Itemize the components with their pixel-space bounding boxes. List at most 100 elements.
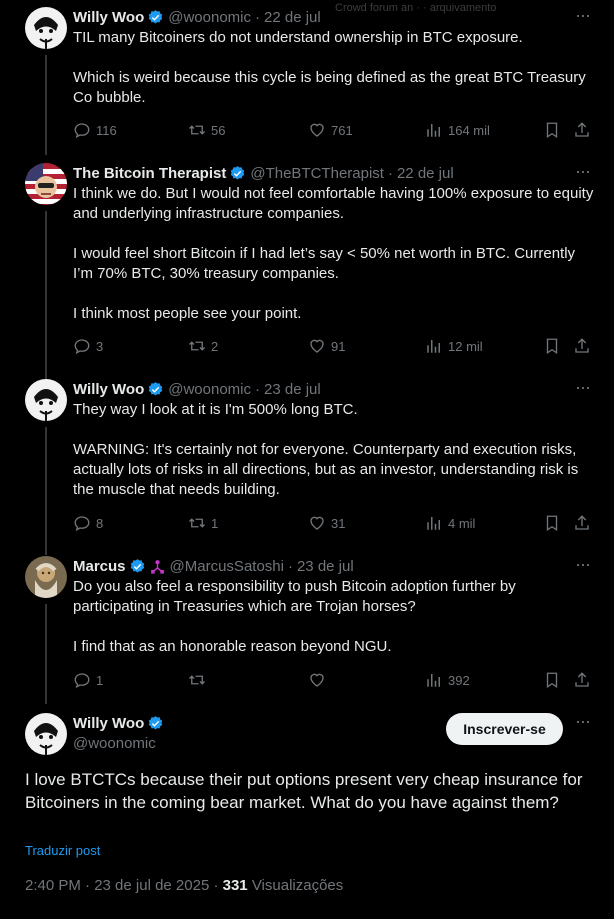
tweet-date[interactable]: 22 de jul: [264, 9, 321, 26]
views-count: 331: [222, 877, 248, 894]
subscribe-button[interactable]: Inscrever-se: [446, 713, 563, 745]
author-name[interactable]: Marcus: [73, 558, 126, 575]
tweet-2[interactable]: The Bitcoin Therapist @TheBTCTherapist ·…: [0, 162, 614, 379]
share-button[interactable]: [573, 513, 591, 533]
avatar[interactable]: [25, 163, 67, 205]
share-button[interactable]: [573, 120, 591, 140]
tweet-text: They way I look at it is I'm 500% long B…: [73, 400, 598, 500]
bookmark-button[interactable]: [543, 670, 561, 690]
share-icon: [575, 338, 589, 353]
author-handle[interactable]: @MarcusSatoshi: [170, 558, 284, 575]
verified-badge-icon: [231, 165, 245, 180]
tweet-paragraph: WARNING: It's certainly not for everyone…: [73, 441, 579, 498]
retweet-icon: [189, 518, 205, 528]
avatar[interactable]: [25, 7, 67, 49]
main-avatar[interactable]: [25, 713, 67, 755]
like-button[interactable]: 761: [308, 120, 353, 140]
views-icon: [427, 124, 440, 137]
views-button[interactable]: 164 mil: [425, 120, 490, 140]
main-author-name[interactable]: Willy Woo: [73, 715, 144, 732]
like-button[interactable]: 31: [308, 513, 345, 533]
action-bar: 116 56 761 164 mil: [73, 120, 593, 140]
share-icon: [575, 122, 589, 137]
retweet-button[interactable]: [188, 670, 211, 690]
tweet-text: TIL many Bitcoiners do not understand ow…: [73, 28, 598, 108]
timestamp-text[interactable]: 2:40 PM · 23 de jul de 2025 ·: [25, 877, 223, 894]
action-bar: 1 392: [73, 670, 593, 690]
bookmark-icon: [546, 338, 558, 355]
author-handle[interactable]: @TheBTCTherapist: [250, 165, 384, 182]
more-icon[interactable]: ···: [575, 6, 591, 24]
meta-separator: ·: [255, 380, 261, 398]
like-icon: [310, 339, 324, 353]
reply-count: 3: [96, 338, 104, 354]
tweet-date[interactable]: 23 de jul: [264, 381, 321, 398]
thread-connector: [45, 211, 47, 379]
retweet-count: 56: [211, 122, 226, 138]
tweet-1[interactable]: Willy Woo @woonomic · 22 de jul ··· TIL …: [0, 6, 614, 155]
retweet-button[interactable]: 56: [188, 120, 225, 140]
tweet-paragraph: I think most people see your point.: [73, 305, 302, 322]
main-author: Willy Woo: [73, 715, 164, 732]
more-icon[interactable]: ···: [575, 555, 591, 573]
tweet-date[interactable]: 22 de jul: [397, 165, 454, 182]
action-bar: 8 1 31 4 mil: [73, 513, 593, 533]
reply-button[interactable]: 116: [73, 120, 117, 140]
author-name[interactable]: The Bitcoin Therapist: [73, 165, 226, 182]
bookmark-button[interactable]: [543, 120, 561, 140]
reply-count: 8: [96, 515, 104, 531]
translate-link[interactable]: Traduzir post: [25, 843, 100, 858]
tweet-4[interactable]: Marcus @MarcusSatoshi · 23 de jul ··· Do…: [0, 555, 614, 704]
views-button[interactable]: 392: [425, 670, 470, 690]
like-button[interactable]: [308, 670, 331, 690]
bookmark-icon: [546, 515, 558, 532]
verified-badge-icon: [149, 381, 163, 396]
views-icon: [427, 340, 440, 353]
more-icon[interactable]: ···: [575, 378, 591, 396]
tweet-paragraph: I think we do. But I would not feel comf…: [73, 185, 594, 222]
bookmark-button[interactable]: [543, 336, 561, 356]
verified-badge-icon: [149, 716, 163, 730]
reply-icon: [74, 123, 90, 139]
tweet-paragraph: I find that as an honorable reason beyon…: [73, 638, 392, 655]
main-tweet-text: I love BTCTCs because their put options …: [25, 770, 583, 812]
share-button[interactable]: [573, 670, 591, 690]
views-icon: [427, 517, 440, 530]
reply-icon: [74, 339, 90, 355]
action-bar: 3 2 91 12 mil: [73, 336, 593, 356]
author-name[interactable]: Willy Woo: [73, 9, 144, 26]
reply-count: 1: [96, 672, 104, 688]
more-icon[interactable]: ···: [575, 712, 591, 730]
like-count: 91: [331, 338, 346, 354]
reply-count: 116: [96, 122, 117, 138]
retweet-icon: [189, 125, 205, 135]
views-button[interactable]: 4 mil: [425, 513, 475, 533]
reply-button[interactable]: 3: [73, 336, 103, 356]
avatar[interactable]: [25, 379, 67, 421]
author-handle[interactable]: @woonomic: [168, 9, 251, 26]
retweet-button[interactable]: 2: [188, 336, 218, 356]
retweet-button[interactable]: 1: [188, 513, 218, 533]
avatar[interactable]: [25, 556, 67, 598]
tweet-header: The Bitcoin Therapist @TheBTCTherapist ·…: [73, 163, 454, 183]
like-icon: [310, 516, 324, 530]
views-button[interactable]: 12 mil: [425, 336, 483, 356]
meta-separator: ·: [255, 8, 261, 26]
bookmark-button[interactable]: [543, 513, 561, 533]
meta-separator: ·: [287, 557, 293, 575]
like-button[interactable]: 91: [308, 336, 345, 356]
reply-button[interactable]: 8: [73, 513, 103, 533]
main-author-handle[interactable]: @woonomic: [73, 735, 156, 752]
tweet-3[interactable]: Willy Woo @woonomic · 23 de jul ··· They…: [0, 378, 614, 555]
more-icon[interactable]: ···: [575, 162, 591, 180]
reply-button[interactable]: 1: [73, 670, 103, 690]
author-handle[interactable]: @woonomic: [168, 381, 251, 398]
share-button[interactable]: [573, 336, 591, 356]
author-name[interactable]: Willy Woo: [73, 381, 144, 398]
views-count: 164 mil: [448, 122, 490, 138]
tweet-paragraph: TIL many Bitcoiners do not understand ow…: [73, 29, 523, 46]
tweet-date[interactable]: 23 de jul: [297, 558, 354, 575]
share-icon: [575, 672, 589, 687]
views-label: Visualizações: [247, 877, 344, 894]
verified-badge-icon: [130, 558, 144, 573]
